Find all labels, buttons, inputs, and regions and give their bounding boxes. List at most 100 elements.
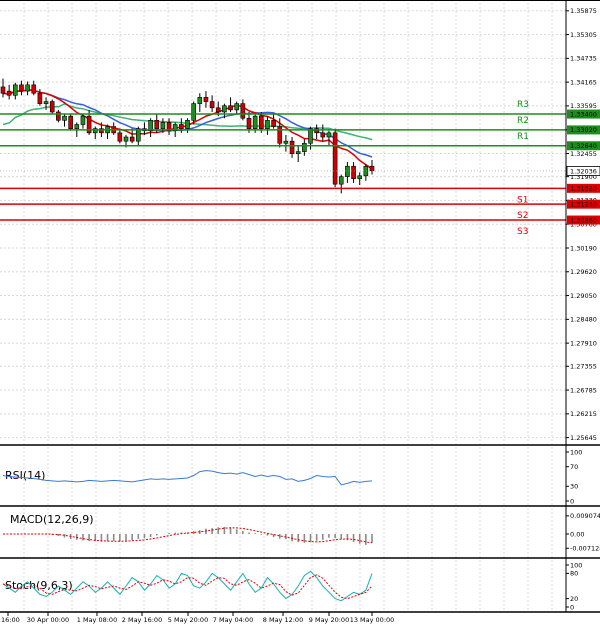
candle-bearish xyxy=(215,107,221,113)
time-tick-label: 30 Apr 00:00 xyxy=(27,616,69,624)
candle-bullish xyxy=(185,120,190,129)
candle-bullish xyxy=(13,84,18,96)
indicator-tick-label: 80 xyxy=(570,570,578,578)
candle-bearish xyxy=(369,165,375,172)
time-tick-label: 2 May 16:00 xyxy=(122,616,162,624)
candle-bearish xyxy=(228,105,233,111)
candle-bullish xyxy=(295,151,301,154)
candle-bullish xyxy=(357,175,363,180)
level-price-label-s3: 1.30860 xyxy=(570,216,597,224)
candle-bullish xyxy=(197,97,203,104)
current-price-label: 1.32036 xyxy=(570,167,597,175)
time-tick-label: 13 May 00:00 xyxy=(350,616,395,624)
price-tick-label: 1.26785 xyxy=(570,386,597,394)
candle-bearish xyxy=(246,117,252,129)
candle-bullish xyxy=(62,115,67,121)
time-tick-label: 7 May 04:00 xyxy=(213,616,253,624)
price-tick-label: 1.25645 xyxy=(570,434,597,442)
candle-bearish xyxy=(37,92,43,104)
candle-bullish xyxy=(123,136,129,142)
indicator-tick-label: -0.007124 xyxy=(570,545,600,553)
price-chart: R3R2R1S1S2S3 RSI(14) MACD(12,26,9) Stoch… xyxy=(0,0,600,627)
candle-bearish xyxy=(332,132,338,185)
candle-bearish xyxy=(31,84,37,94)
price-tick-label: 1.29050 xyxy=(570,292,597,300)
level-name-r1: R1 xyxy=(517,132,529,142)
level-price-label-r2: 1.33020 xyxy=(570,126,597,134)
candle-bearish xyxy=(277,126,283,144)
indicator-tick-label: 100 xyxy=(570,448,582,456)
candle-bullish xyxy=(363,165,369,177)
candle-bullish xyxy=(234,103,239,111)
indicator-tick-label: 0.00 xyxy=(570,530,584,538)
candle-bearish xyxy=(203,97,209,102)
indicator-tick-label: 30 xyxy=(570,483,578,491)
candle-bullish xyxy=(80,115,86,125)
candle-bullish xyxy=(74,124,80,129)
candle-bearish xyxy=(117,132,123,142)
candle-bearish xyxy=(56,111,61,121)
candle-bearish xyxy=(19,84,24,92)
candle-bearish xyxy=(179,124,184,129)
candle-bearish xyxy=(49,101,55,113)
price-tick-label: 1.32455 xyxy=(570,150,597,158)
price-tick-label: 1.30190 xyxy=(570,244,597,252)
indicator-tick-label: 0 xyxy=(570,603,574,611)
indicator-tick-label: 0.009074 xyxy=(570,512,600,520)
time-tick-label: 5 May 20:00 xyxy=(168,616,208,624)
candle-bullish xyxy=(160,122,166,129)
time-tick-label: r 16:00 xyxy=(0,616,20,624)
time-tick-label: 1 May 08:00 xyxy=(77,616,117,624)
level-name-s3: S3 xyxy=(517,227,528,237)
level-price-label-r3: 1.33400 xyxy=(570,110,597,118)
candle-bullish xyxy=(252,115,258,129)
candle-bullish xyxy=(338,176,344,185)
candle-bullish xyxy=(191,103,196,121)
candle-bullish xyxy=(25,84,30,92)
time-tick-label: 9 May 20:00 xyxy=(309,616,349,624)
indicator-tick-label: 0 xyxy=(570,497,574,505)
candle-bearish xyxy=(258,115,264,129)
candle-bearish xyxy=(154,120,160,129)
candle-bearish xyxy=(271,120,276,127)
candle-bullish xyxy=(43,101,49,104)
level-name-r2: R2 xyxy=(517,116,529,126)
candle-bearish xyxy=(351,165,356,180)
candle-bearish xyxy=(209,101,215,109)
candle-bearish xyxy=(6,90,12,96)
price-tick-label: 1.26215 xyxy=(570,410,597,418)
indicator-tick-label: 100 xyxy=(570,561,582,569)
price-tick-label: 1.33595 xyxy=(570,102,597,110)
candle-bullish xyxy=(222,105,227,113)
rsi-panel-title: RSI(14) xyxy=(5,469,45,482)
candle-bullish xyxy=(326,132,332,138)
price-tick-label: 1.28480 xyxy=(570,316,597,324)
level-price-label-s2: 1.31240 xyxy=(570,200,597,208)
candle-bearish xyxy=(289,140,295,154)
level-price-label-s1: 1.31620 xyxy=(570,185,597,193)
indicator-tick-label: 20 xyxy=(570,595,578,603)
candle-bearish xyxy=(0,86,6,94)
level-price-label-r1: 1.32640 xyxy=(570,142,597,150)
candle-bullish xyxy=(308,128,313,144)
time-tick-label: 8 May 12:00 xyxy=(263,616,303,624)
candle-bullish xyxy=(265,120,270,129)
macd-panel-title: MACD(12,26,9) xyxy=(10,513,94,526)
candle-bearish xyxy=(68,115,73,129)
price-tick-label: 1.27910 xyxy=(570,339,597,347)
candle-bearish xyxy=(240,103,246,119)
candle-bullish xyxy=(302,142,307,152)
price-tick-label: 1.34165 xyxy=(570,78,597,86)
candle-bearish xyxy=(129,136,135,142)
price-tick-label: 1.35305 xyxy=(570,31,597,39)
price-tick-label: 1.29620 xyxy=(570,268,597,276)
indicator-tick-label: 70 xyxy=(570,463,578,471)
price-tick-label: 1.27355 xyxy=(570,363,597,371)
level-name-r3: R3 xyxy=(517,100,529,110)
candle-bullish xyxy=(345,165,350,177)
candle-bearish xyxy=(320,132,326,138)
price-tick-label: 1.35875 xyxy=(570,7,597,15)
chart-background xyxy=(0,0,600,627)
candle-bullish xyxy=(283,140,289,144)
price-tick-label: 1.34735 xyxy=(570,55,597,63)
